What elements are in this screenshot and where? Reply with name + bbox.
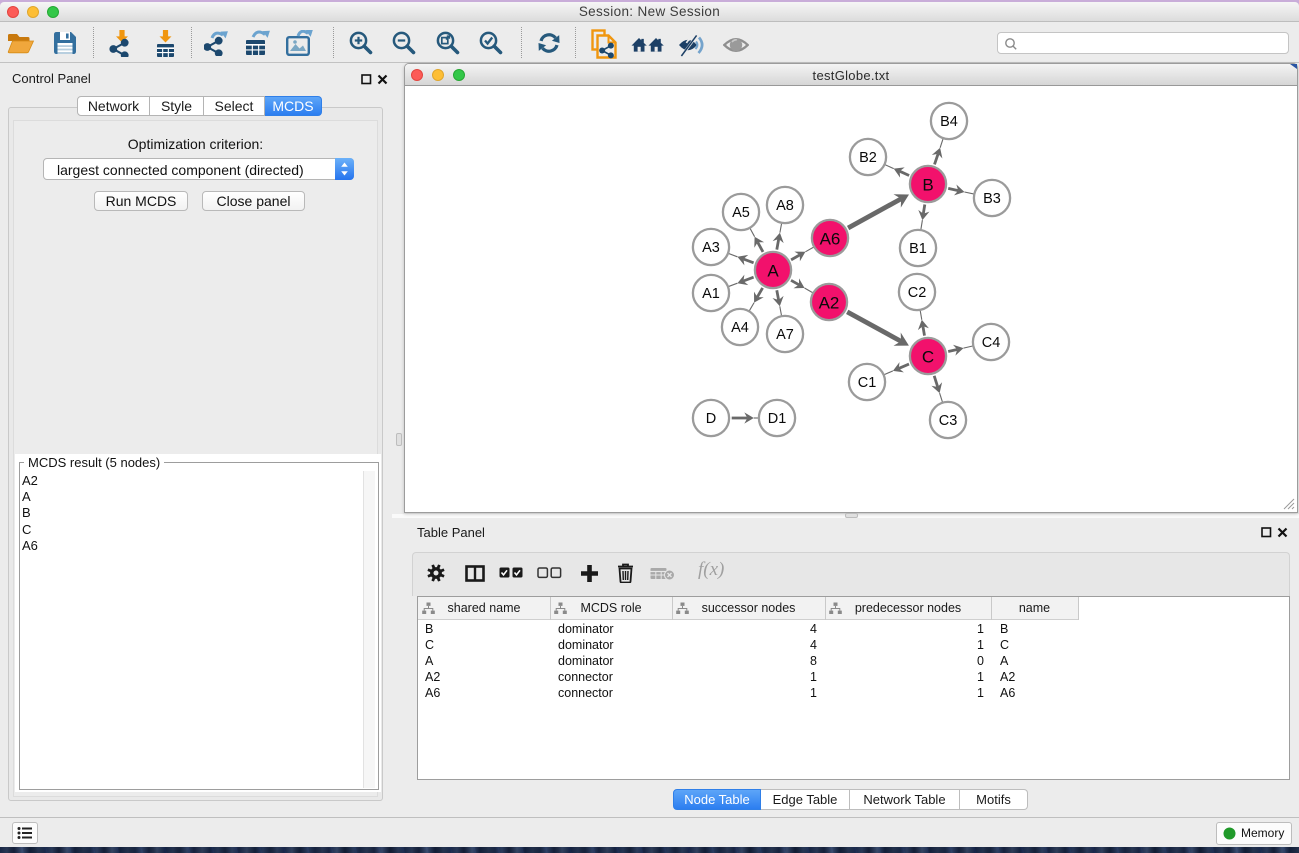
svg-text:B4: B4 (940, 114, 958, 130)
svg-text:A6: A6 (820, 229, 841, 248)
svg-text:A5: A5 (732, 205, 750, 221)
svg-text:A8: A8 (776, 198, 794, 214)
svg-text:D: D (706, 411, 716, 427)
svg-text:C3: C3 (939, 413, 958, 429)
svg-text:A7: A7 (776, 327, 794, 343)
svg-text:C: C (922, 347, 934, 366)
svg-text:C1: C1 (858, 375, 877, 391)
svg-text:A3: A3 (702, 240, 720, 256)
svg-text:B3: B3 (983, 191, 1001, 207)
svg-text:A1: A1 (702, 286, 720, 302)
svg-text:A: A (767, 261, 779, 280)
svg-text:B2: B2 (859, 150, 877, 166)
svg-text:C4: C4 (982, 335, 1001, 351)
svg-text:A4: A4 (731, 320, 749, 336)
svg-text:B1: B1 (909, 241, 927, 257)
svg-text:A2: A2 (819, 293, 840, 312)
svg-text:C2: C2 (908, 285, 927, 301)
svg-text:B: B (922, 175, 933, 194)
svg-text:D1: D1 (768, 411, 787, 427)
